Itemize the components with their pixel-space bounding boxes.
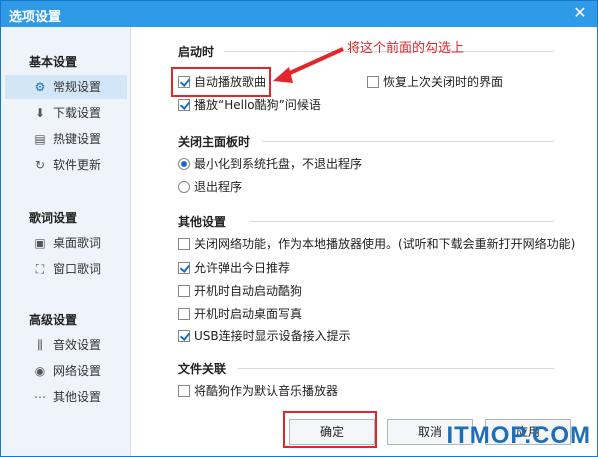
sidebar-item-sound[interactable]: ⫼ 音效设置 [5, 333, 127, 357]
radio-dot[interactable] [178, 158, 190, 170]
checkbox-box[interactable] [178, 99, 190, 111]
checkbox-box[interactable] [178, 285, 190, 297]
window-lyrics-icon: ⛶ [35, 262, 45, 276]
gear-icon: ⚙ [34, 80, 46, 94]
restore-layout-checkbox[interactable]: 恢复上次关闭时的界面 [367, 73, 503, 91]
section-title-close: 关闭主面板时 [178, 135, 251, 149]
highlight-box-auto-play [171, 67, 271, 97]
options-dialog: 选项设置 ✕ 基本设置 ⚙ 常规设置 ⬇ 下载设置 ▤ 热键设置 ↻ 软件更新 … [0, 0, 598, 457]
download-icon: ⬇ [34, 106, 46, 120]
network-icon: ◉ [34, 364, 46, 378]
section-title-other: 其他设置 [178, 215, 227, 229]
sidebar-item-window-lyrics[interactable]: ⛶ 窗口歌词 [5, 257, 127, 281]
default-player-checkbox[interactable]: 将酷狗作为默认音乐播放器 [178, 382, 338, 400]
disable-network-checkbox[interactable]: 关闭网络功能，作为本地播放器使用。(试听和下载会重新打开网络功能) [178, 235, 575, 253]
autostart-checkbox[interactable]: 开机时自动启动酷狗 [178, 282, 302, 300]
title-bar[interactable]: 选项设置 ✕ [1, 1, 597, 27]
checkbox-box[interactable] [178, 308, 190, 320]
daily-recommend-checkbox[interactable]: 允许弹出今日推荐 [178, 259, 290, 277]
window-title: 选项设置 [9, 10, 62, 25]
checkbox-box[interactable] [178, 330, 190, 342]
greeting-checkbox[interactable]: 播放“Hello酷狗”问候语 [178, 96, 321, 114]
close-icon[interactable]: ✕ [571, 4, 589, 22]
minimize-to-tray-radio[interactable]: 最小化到系统托盘，不退出程序 [178, 155, 362, 173]
desktop-photo-checkbox[interactable]: 开机时启动桌面写真 [178, 305, 302, 323]
checkbox-box[interactable] [178, 262, 190, 274]
annotation-text: 将这个前面的勾选上 [347, 41, 465, 56]
watermark: ITMOP.COM [446, 422, 591, 449]
sidebar-item-update[interactable]: ↻ 软件更新 [5, 153, 127, 177]
section-title-file-assoc: 文件关联 [178, 362, 227, 376]
sidebar-item-network[interactable]: ◉ 网络设置 [5, 359, 127, 383]
group-title-lyrics: 歌词设置 [29, 211, 78, 225]
sidebar-item-download[interactable]: ⬇ 下载设置 [5, 101, 127, 125]
equalizer-icon: ⫼ [37, 338, 43, 352]
checkbox-box[interactable] [178, 385, 190, 397]
sidebar-item-general[interactable]: ⚙ 常规设置 [5, 75, 127, 99]
exit-program-radio[interactable]: 退出程序 [178, 178, 242, 196]
checkbox-box[interactable] [367, 76, 379, 88]
sidebar-item-other[interactable]: ⋯ 其他设置 [5, 385, 127, 409]
group-title-basic: 基本设置 [29, 55, 78, 69]
desktop-lyrics-icon: ▣ [34, 236, 46, 250]
more-icon: ⋯ [34, 390, 46, 404]
annotation-arrow-icon [273, 47, 344, 83]
sidebar-item-desktop-lyrics[interactable]: ▣ 桌面歌词 [5, 231, 127, 255]
highlight-box-ok [283, 411, 377, 448]
sidebar-item-hotkey[interactable]: ▤ 热键设置 [5, 127, 127, 151]
update-icon: ↻ [34, 158, 46, 172]
keyboard-icon: ▤ [34, 132, 46, 146]
usb-prompt-checkbox[interactable]: USB连接时显示设备接入提示 [178, 327, 351, 345]
section-divider [238, 368, 554, 369]
section-divider [250, 221, 554, 222]
section-title-startup: 启动时 [178, 45, 215, 59]
sidebar: 基本设置 ⚙ 常规设置 ⬇ 下载设置 ▤ 热键设置 ↻ 软件更新 歌词设置 ▣ … [1, 27, 131, 456]
checkbox-box[interactable] [178, 238, 190, 250]
radio-dot[interactable] [178, 181, 190, 193]
section-divider [262, 141, 554, 142]
group-title-advanced: 高级设置 [29, 313, 78, 327]
